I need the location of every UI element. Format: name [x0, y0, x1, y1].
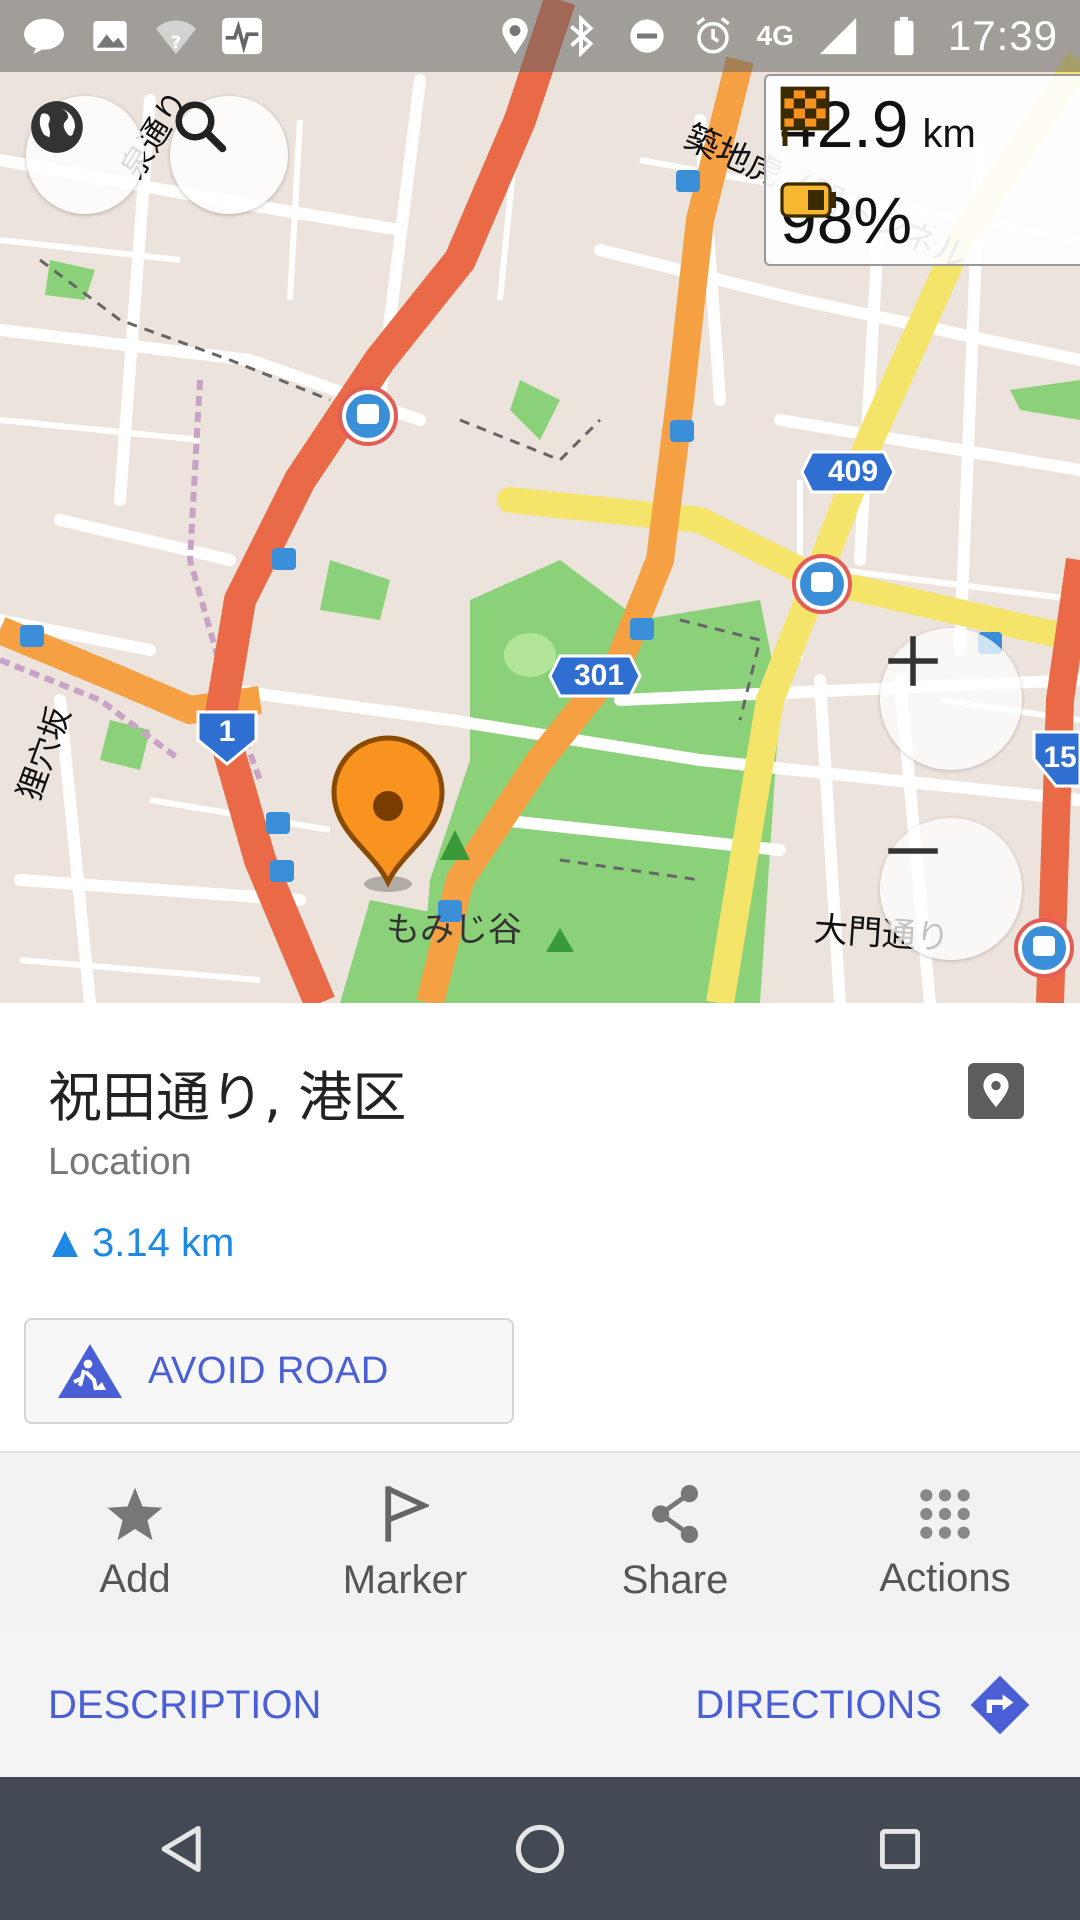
wifi-unknown-icon: ? [154, 14, 198, 58]
place-title: 祝田通り, 港区 [48, 1066, 407, 1129]
search-button[interactable] [170, 96, 288, 214]
place-type: Location [48, 1141, 192, 1183]
bus-stop-icon [338, 386, 398, 446]
add-favorite-button[interactable]: Add [0, 1453, 270, 1633]
directions-icon [970, 1675, 1030, 1735]
star-icon [107, 1487, 163, 1540]
home-circle-icon [515, 1824, 565, 1873]
clock: 17:39 [947, 12, 1058, 59]
line-app-icon [22, 14, 66, 58]
marker-button[interactable]: Marker [270, 1453, 540, 1633]
place-distance: 3.14 km [52, 1221, 234, 1266]
activity-icon [220, 14, 264, 58]
svg-text:?: ? [171, 33, 182, 54]
plus-icon [888, 636, 938, 686]
bluetooth-icon [559, 14, 603, 58]
action-bar: Add Marker Share Actions [0, 1451, 1080, 1635]
map-view[interactable]: 409 301 1 15 もみじ谷 大門通り 泉通り 築地虎ノ門トンネル 狸穴坂 [0, 0, 1080, 1003]
gallery-icon [88, 14, 132, 58]
route-label-409: 409 [827, 455, 879, 488]
battery-level-icon [780, 182, 836, 218]
search-icon [175, 101, 227, 153]
directions-label: DIRECTIONS [695, 1682, 942, 1727]
back-button[interactable] [130, 1799, 230, 1899]
route-label-1: 1 [218, 715, 236, 748]
share-icon [651, 1484, 699, 1543]
place-distance-value: 3.14 km [92, 1221, 235, 1265]
recents-button[interactable] [850, 1799, 950, 1899]
marker-label: Marker [342, 1557, 468, 1602]
alarm-icon [691, 14, 735, 58]
avoid-road-label: AVOID ROAD [148, 1349, 389, 1392]
home-button[interactable] [490, 1799, 590, 1899]
share-label: Share [621, 1557, 729, 1602]
network-type: 4G [756, 20, 794, 51]
flag-icon [385, 1485, 429, 1542]
map-layers-button[interactable] [26, 96, 144, 214]
system-nav-bar [0, 1777, 1080, 1920]
place-details-sheet: 祝田通り, 港区 Location 3.14 km AVOID ROAD Add [0, 1003, 1080, 1777]
map-pin-icon [983, 1073, 1009, 1108]
share-button[interactable]: Share [540, 1453, 810, 1633]
place-pin-badge [968, 1063, 1024, 1119]
minus-icon [888, 848, 938, 854]
map-info-widget[interactable]: 42.9 km 98% [764, 74, 1080, 266]
directions-button[interactable]: DIRECTIONS [695, 1673, 1032, 1737]
more-actions-button[interactable]: Actions [810, 1453, 1080, 1633]
zoom-out-button[interactable] [880, 818, 1022, 960]
destination-flag-icon [780, 86, 830, 146]
status-bar: ? 4G 17:39 [0, 0, 1080, 72]
route-label-301: 301 [573, 659, 625, 692]
direction-arrow-icon [52, 1230, 78, 1257]
back-triangle-icon [161, 1825, 201, 1872]
globe-icon [31, 101, 83, 153]
location-icon [493, 14, 537, 58]
grid-dots-icon [920, 1488, 970, 1539]
add-label: Add [99, 1556, 171, 1601]
zoom-in-button[interactable] [880, 628, 1022, 770]
distance-unit: km [922, 112, 976, 156]
recents-square-icon [879, 1828, 921, 1869]
park-label: もみじ谷 [386, 910, 522, 950]
route-label-15: 15 [1043, 741, 1077, 774]
avoid-road-button[interactable]: AVOID ROAD [24, 1318, 514, 1424]
road-works-icon [58, 1344, 122, 1398]
battery-icon [882, 14, 926, 58]
signal-icon [816, 14, 860, 58]
dnd-icon [625, 14, 669, 58]
bus-stop-icon [1014, 918, 1074, 978]
sheet-footer: DESCRIPTION DIRECTIONS [0, 1633, 1080, 1777]
description-button[interactable]: DESCRIPTION [48, 1683, 321, 1728]
actions-label: Actions [879, 1555, 1011, 1600]
bus-stop-icon [792, 554, 852, 614]
